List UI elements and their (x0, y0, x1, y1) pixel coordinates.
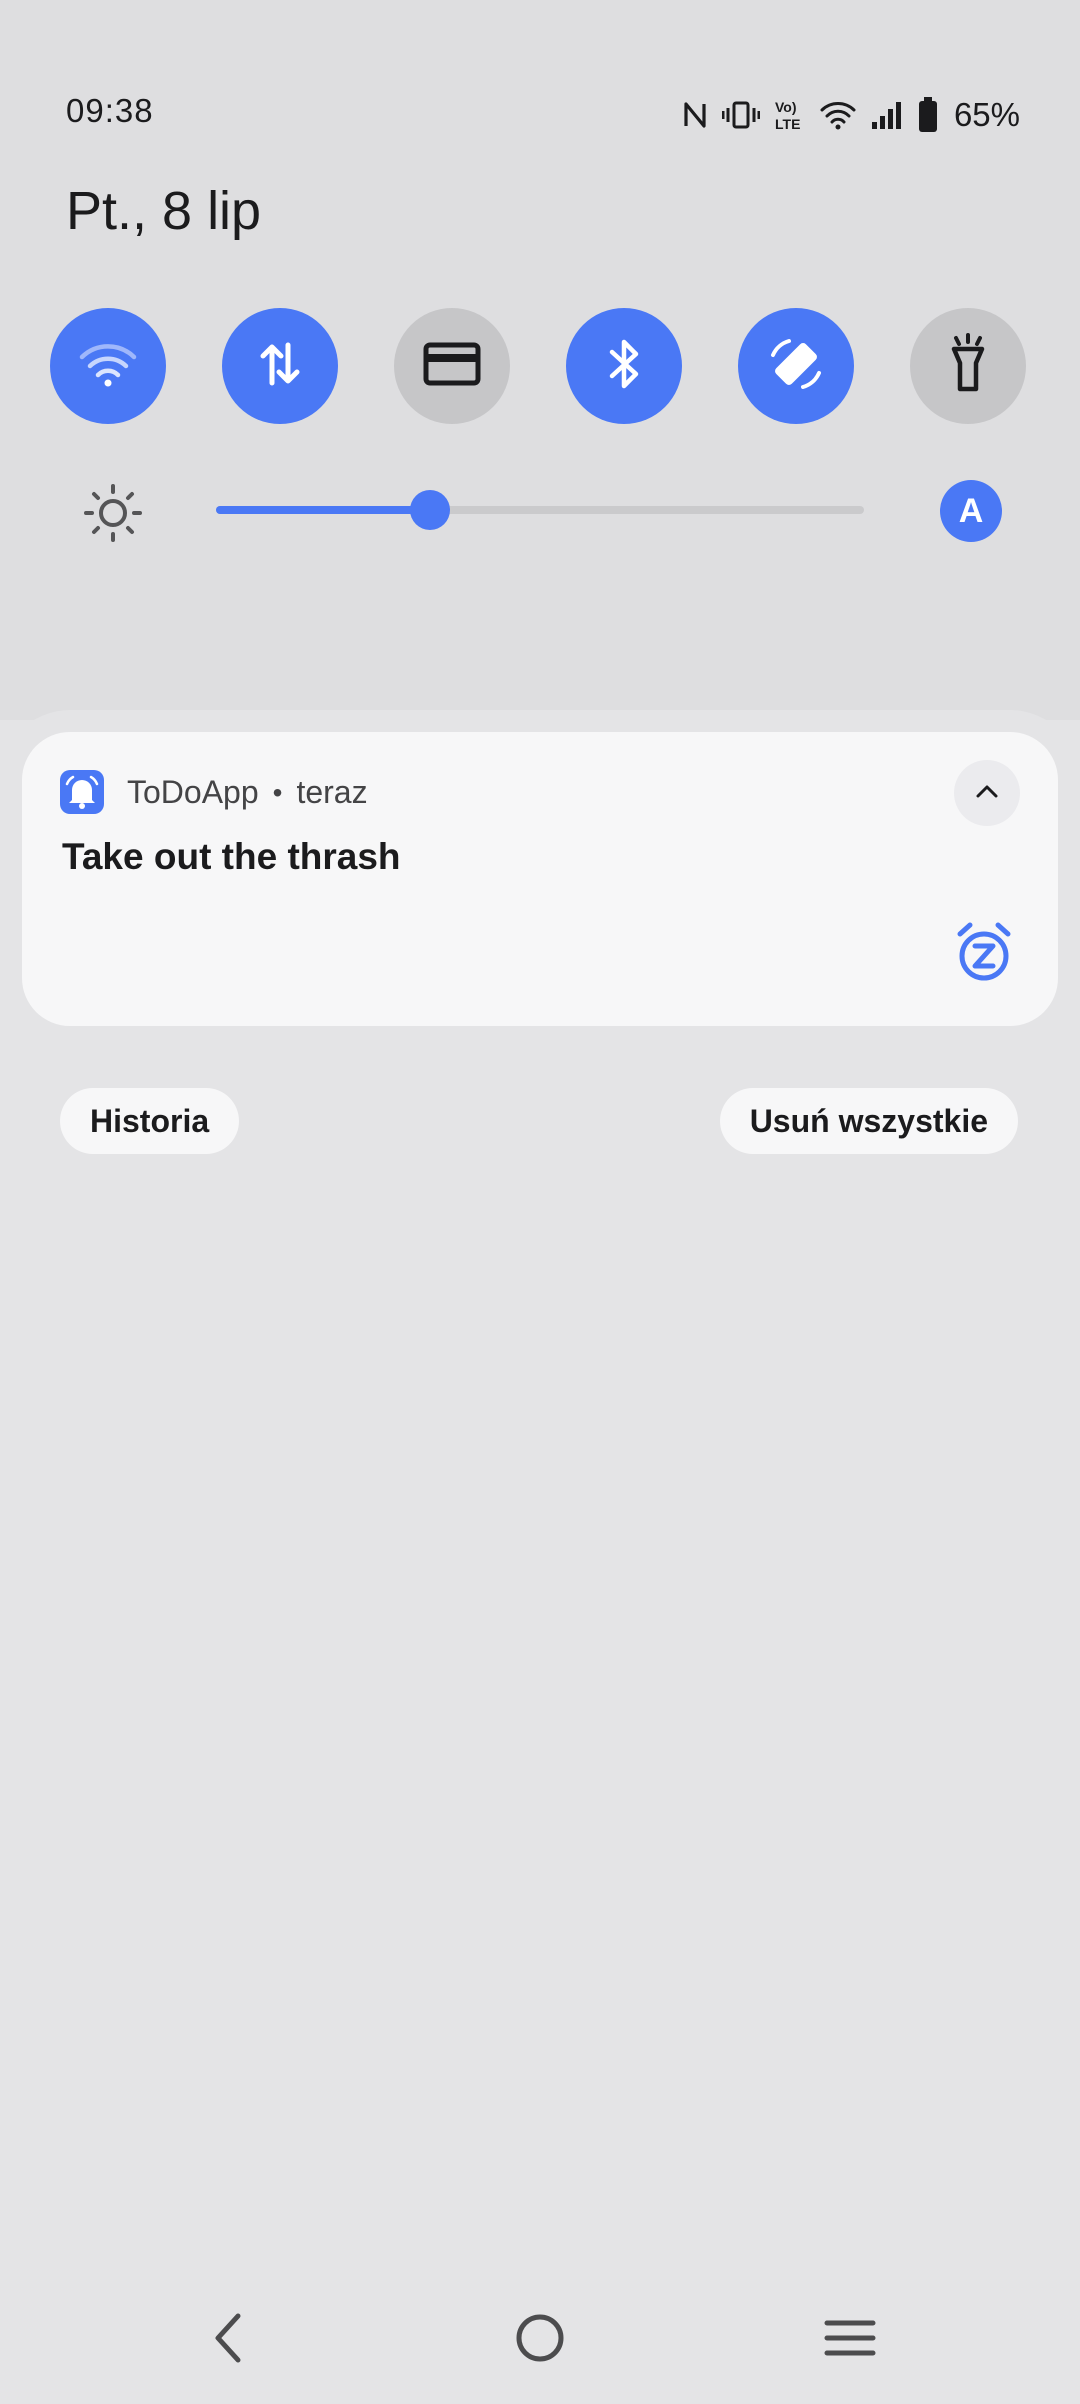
brightness-slider-thumb[interactable] (410, 490, 450, 530)
back-icon (208, 2312, 248, 2369)
snooze-icon (954, 922, 1014, 988)
flashlight-icon (946, 332, 990, 400)
auto-rotate-icon (765, 333, 827, 400)
brightness-icon (84, 484, 142, 547)
chevron-up-icon (974, 782, 1000, 805)
tile-card[interactable] (394, 308, 510, 424)
brightness-slider[interactable] (216, 506, 864, 514)
bluetooth-icon (604, 337, 644, 396)
snooze-button[interactable] (954, 922, 1014, 989)
status-clock: 09:38 (66, 92, 154, 129)
recents-icon (824, 2318, 876, 2363)
wifi-icon (78, 339, 138, 394)
home-button[interactable] (500, 2310, 580, 2370)
svg-text:Vo): Vo) (775, 99, 797, 115)
wifi-icon (820, 100, 856, 130)
recents-button[interactable] (810, 2310, 890, 2370)
auto-brightness-button[interactable]: A (940, 480, 1002, 542)
notification-separator: • (272, 776, 283, 808)
clear-all-button[interactable]: Usuń wszystkie (719, 1088, 1018, 1154)
card-icon (423, 341, 481, 392)
notification-card[interactable]: ToDoApp • teraz Take out the thrash (22, 732, 1058, 1026)
brightness-row: A (0, 470, 1080, 550)
tile-bluetooth[interactable] (566, 308, 682, 424)
quick-settings-tiles (50, 308, 1028, 424)
tile-flashlight[interactable] (910, 308, 1026, 424)
vibrate-icon (721, 100, 760, 130)
history-button[interactable]: Historia (60, 1088, 240, 1154)
notification-header: ToDoApp • teraz (127, 774, 368, 811)
tile-mobile-data[interactable] (222, 308, 338, 424)
volte-icon: Vo) LTE (774, 98, 806, 132)
tile-auto-rotate[interactable] (738, 308, 854, 424)
battery-percent: 65% (953, 96, 1020, 133)
notification-app-name: ToDoApp (127, 774, 259, 810)
alarm-bell-icon (60, 770, 104, 814)
signal-icon (870, 100, 904, 130)
brightness-slider-fill (216, 506, 430, 514)
tile-wifi[interactable] (50, 308, 166, 424)
svg-text:LTE: LTE (775, 116, 800, 132)
status-icons: Vo) LTE 65% (682, 95, 1020, 135)
notification-collapse-button[interactable] (954, 760, 1020, 826)
nfc-icon (682, 100, 708, 130)
home-icon (514, 2312, 566, 2369)
back-button[interactable] (188, 2310, 268, 2370)
notification-time: teraz (296, 774, 368, 810)
notification-title: Take out the thrash (62, 836, 401, 877)
battery-icon (918, 97, 938, 133)
status-bar: 09:38 Vo) LTE 65% (0, 0, 1080, 180)
mobile-data-icon (258, 339, 302, 394)
date-label: Pt., 8 lip (66, 181, 262, 241)
navigation-bar (0, 2290, 1080, 2404)
